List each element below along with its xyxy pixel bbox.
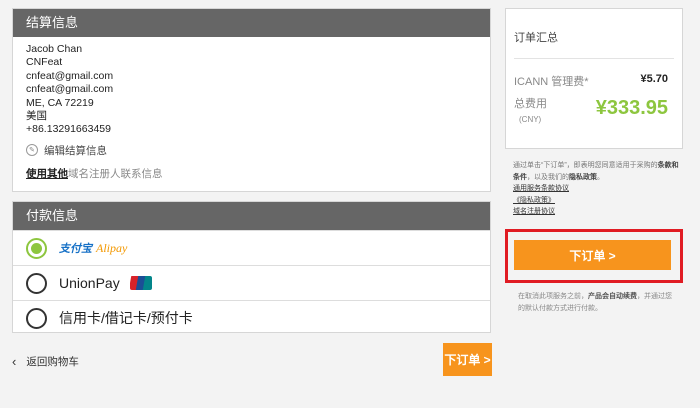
- payment-option-alipay[interactable]: 支付宝 Alipay: [13, 230, 490, 265]
- note-text-a: 在取消此项服务之前，: [518, 293, 588, 300]
- radio-selected[interactable]: [26, 237, 47, 259]
- total-label-block: 总费用 (CNY): [514, 97, 547, 127]
- icann-fee-label: ICANN 管理费*: [514, 76, 589, 88]
- terms-text-b: ，以及我们的: [527, 173, 569, 181]
- auto-renew-note: 在取消此项服务之前，产品会自动续费，并通过您的默认付款方式进行付款。: [518, 291, 678, 314]
- back-to-cart-label: 返回购物车: [26, 356, 79, 368]
- address-line: cnfeat@gmail.com: [26, 69, 114, 82]
- place-order-button-main[interactable]: 下订单 >: [514, 240, 671, 270]
- address-line: CNFeat: [26, 56, 63, 69]
- terms-bold-b: 隐私政策: [569, 173, 597, 181]
- note-bold: 产品会自动续费: [588, 293, 637, 300]
- use-other-link[interactable]: 使用其他: [26, 168, 68, 180]
- terms-text: 通过单击“下订单”，即表明您同意适用于采购的条款和条件，以及我们的隐私政策。 通…: [505, 150, 683, 218]
- alipay-logo-zh: 支付宝: [59, 243, 92, 255]
- icann-fee-amount: ¥5.70: [640, 73, 668, 85]
- order-summary-panel: 订单汇总 ICANN 管理费* ¥5.70 总费用 (CNY) ¥333.95: [505, 8, 683, 149]
- unionpay-label: UnionPay: [59, 275, 120, 291]
- terms-text-a: 通过单击“下订单”，即表明您同意适用于采购的: [513, 162, 658, 169]
- terms-text-c: 。: [597, 173, 604, 181]
- total-row: 总费用 (CNY) ¥333.95: [506, 89, 682, 127]
- address-line: +86.13291663459: [26, 123, 111, 136]
- edit-billing-link[interactable]: ✎ 编辑结算信息: [26, 143, 490, 158]
- edit-billing-label: 编辑结算信息: [44, 144, 107, 157]
- payment-option-card[interactable]: 信用卡/借记卡/预付卡: [13, 300, 490, 335]
- use-other-text: 域名注册人联系信息: [68, 167, 163, 180]
- radio-unselected[interactable]: [26, 272, 47, 294]
- unionpay-logo-icon: [129, 276, 152, 290]
- terms-link-service[interactable]: 通用服务条款协议: [513, 183, 683, 195]
- back-to-cart-link[interactable]: ‹ 返回购物车: [12, 354, 79, 369]
- icann-fee-row: ICANN 管理费* ¥5.70: [506, 59, 682, 89]
- terms-link-registration[interactable]: 域名注册协议: [513, 206, 683, 218]
- billing-info-title: 结算信息: [13, 9, 490, 37]
- place-order-button-bottom[interactable]: 下订单 >: [443, 343, 492, 376]
- order-summary-title: 订单汇总: [514, 32, 558, 44]
- payment-info-panel: 付款信息 支付宝 Alipay UnionPay 信用卡/借记卡/预付卡: [12, 201, 491, 333]
- address-line: cnfeat@gmail.com: [26, 83, 114, 96]
- billing-info-panel: 结算信息 Jacob Chan CNFeat cnfeat@gmail.com …: [12, 8, 491, 192]
- payment-info-title: 付款信息: [13, 202, 490, 230]
- address-line: 美国: [26, 110, 47, 123]
- radio-unselected[interactable]: [26, 307, 47, 329]
- billing-address: Jacob Chan CNFeat cnfeat@gmail.com cnfea…: [13, 37, 490, 137]
- address-line: Jacob Chan: [26, 43, 83, 55]
- total-amount: ¥333.95: [595, 97, 668, 119]
- alipay-logo: 支付宝 Alipay: [59, 240, 127, 256]
- total-currency: (CNY): [519, 115, 542, 124]
- use-other-contact: 使用其他域名注册人联系信息: [26, 166, 490, 181]
- terms-link-privacy[interactable]: 《隐私政策》: [513, 195, 683, 207]
- chevron-left-icon: ‹: [12, 354, 17, 369]
- card-label: 信用卡/借记卡/预付卡: [59, 310, 193, 326]
- total-label: 总费用: [514, 98, 547, 110]
- payment-option-unionpay[interactable]: UnionPay: [13, 265, 490, 300]
- alipay-logo-en: Alipay: [96, 241, 128, 255]
- address-line: ME, CA 72219: [26, 96, 94, 109]
- pencil-icon: ✎: [26, 144, 38, 157]
